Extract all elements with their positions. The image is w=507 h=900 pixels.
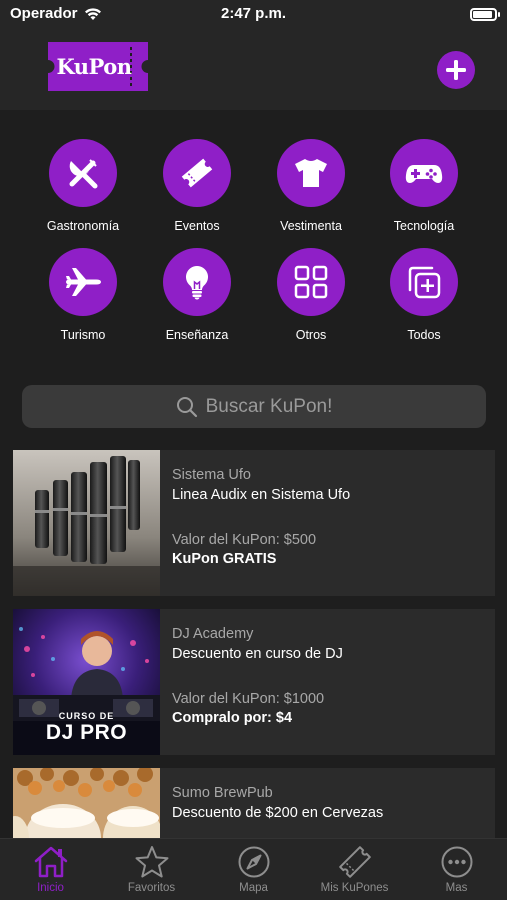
coupon-store: DJ Academy [172, 626, 254, 642]
ticket-icon [181, 158, 213, 188]
image-caption-main: DJ PRO [45, 721, 128, 744]
category-label: Gastronomía [46, 219, 120, 233]
add-button[interactable] [437, 51, 475, 89]
category-todos[interactable]: Todos [369, 248, 479, 342]
category-label: Eventos [174, 219, 220, 233]
coupon-card[interactable]: Sumo BrewPub Descuento de $200 en Cervez… [13, 768, 495, 838]
coupon-card[interactable]: Sistema Ufo Linea Audix en Sistema Ufo V… [13, 450, 495, 596]
coupon-title: Linea Audix en Sistema Ufo [172, 487, 351, 503]
category-label: Vestimenta [280, 219, 342, 233]
logo-text: KuPon [56, 54, 132, 79]
more-icon [441, 846, 472, 878]
category-otros[interactable]: Otros [256, 248, 366, 342]
coupon-price: KuPon GRATIS [172, 551, 277, 567]
stack-plus-icon [408, 266, 441, 299]
coupon-title: Descuento en curso de DJ [172, 646, 343, 662]
coupon-store: Sistema Ufo [172, 467, 251, 483]
tab-bar: Inicio Favoritos Mapa Mis KuPones Mas [0, 838, 507, 900]
coupon-card[interactable]: CURSO DE DJ PRO DJ Academy Descuento en … [13, 609, 495, 755]
app-header: KuPon [0, 30, 507, 110]
category-label: Enseñanza [165, 328, 229, 342]
kupon-logo: KuPon [48, 42, 148, 91]
category-label: Otros [295, 328, 327, 342]
coupon-image [13, 768, 160, 838]
search-icon [176, 396, 197, 417]
compass-icon [238, 846, 269, 878]
tab-label: Favoritos [127, 882, 176, 894]
tab-favoritos[interactable]: Favoritos [101, 839, 202, 900]
status-time: 2:47 p.m. [220, 5, 287, 22]
status-bar: Operador 2:47 p.m. [0, 0, 507, 30]
search-bar[interactable]: Buscar KuPon! [22, 385, 486, 428]
category-eventos[interactable]: Eventos [142, 139, 252, 233]
tab-label: Mapa [239, 882, 268, 894]
coupon-title: Descuento de $200 en Cervezas [172, 805, 384, 821]
category-turismo[interactable]: Turismo [28, 248, 138, 342]
coupon-store: Sumo BrewPub [172, 785, 273, 801]
gamepad-icon [405, 165, 443, 183]
grid-icon [294, 265, 328, 299]
tab-label: Mas [445, 882, 468, 894]
category-gastronomia[interactable]: Gastronomía [28, 139, 138, 233]
lightbulb-icon [185, 266, 209, 300]
plus-icon [446, 60, 466, 80]
search-input[interactable]: Buscar KuPon! [206, 396, 333, 418]
ticket-icon [338, 846, 371, 878]
tab-label: Mis KuPones [320, 882, 389, 894]
category-label: Turismo [60, 328, 106, 342]
category-vestimenta[interactable]: Vestimenta [256, 139, 366, 233]
tab-mis-kupones[interactable]: Mis KuPones [304, 839, 405, 900]
coupon-value: Valor del KuPon: $500 [172, 532, 317, 548]
coupon-image: CURSO DE DJ PRO [13, 609, 160, 755]
airplane-icon [66, 268, 101, 296]
category-ensenanza[interactable]: Enseñanza [142, 248, 252, 342]
home-icon [34, 846, 67, 878]
battery-icon [470, 8, 500, 21]
star-icon [135, 846, 168, 878]
shirt-icon [295, 159, 327, 187]
coupon-price: Compralo por: $4 [172, 710, 293, 726]
coupon-image [13, 450, 160, 596]
tab-inicio[interactable]: Inicio [0, 839, 101, 900]
fork-knife-icon [69, 159, 98, 189]
image-caption-top: CURSO DE [58, 711, 115, 721]
tab-label: Inicio [37, 882, 64, 894]
category-label: Todos [407, 328, 441, 342]
tab-mas[interactable]: Mas [406, 839, 507, 900]
coupon-value: Valor del KuPon: $1000 [172, 691, 325, 707]
tab-mapa[interactable]: Mapa [203, 839, 304, 900]
category-tecnologia[interactable]: Tecnología [369, 139, 479, 233]
category-label: Tecnología [393, 219, 455, 233]
